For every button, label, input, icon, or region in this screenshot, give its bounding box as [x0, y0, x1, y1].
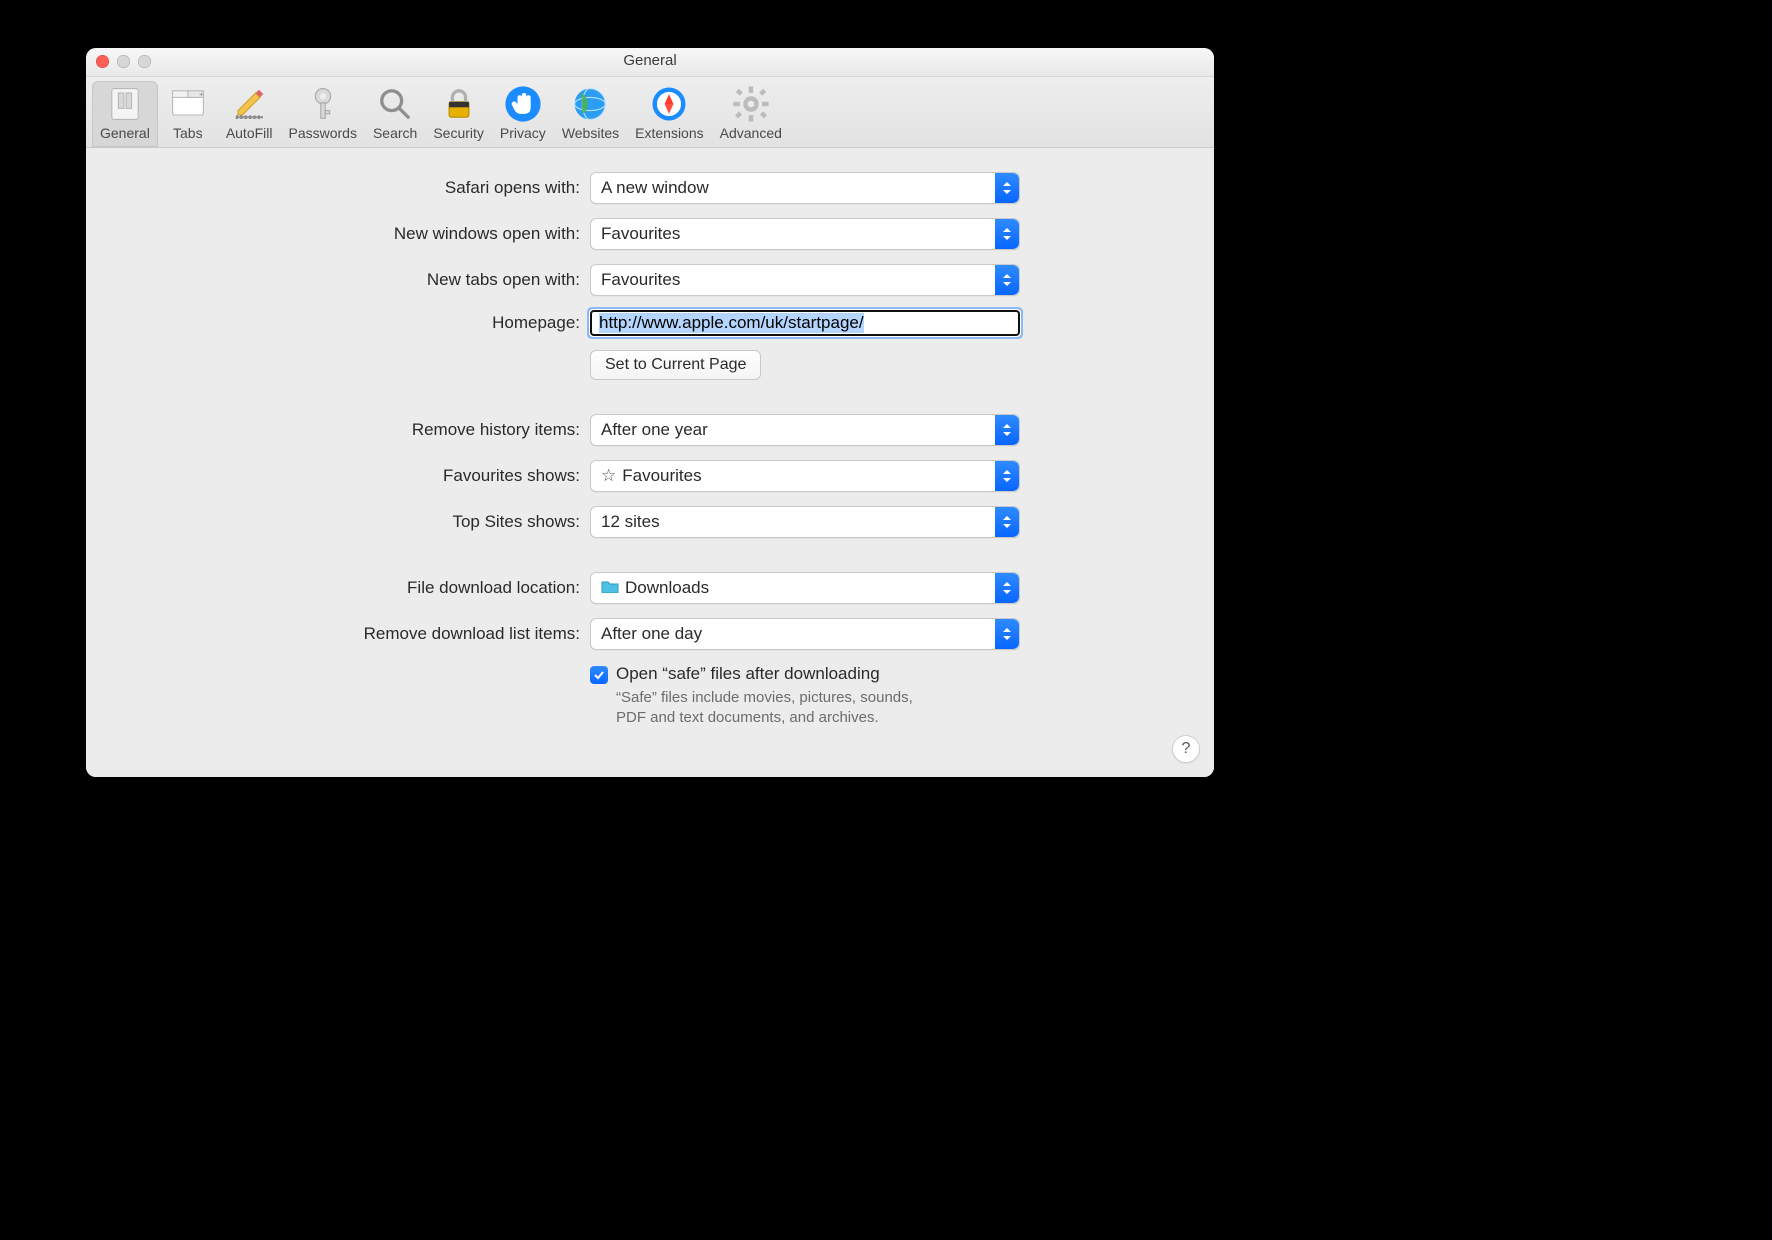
label-top-sites-shows: Top Sites shows:: [110, 512, 590, 532]
input-homepage[interactable]: [590, 310, 1020, 336]
popup-new-windows-open-with[interactable]: Favourites: [590, 218, 1020, 250]
preferences-window: General General + Tabs: [86, 48, 1214, 777]
popup-file-download-location[interactable]: Downloads: [590, 572, 1020, 604]
label-new-tabs-open-with: New tabs open with:: [110, 270, 590, 290]
popup-value: Favourites: [601, 270, 680, 290]
gear-icon: [729, 85, 773, 123]
hand-icon: [501, 85, 545, 123]
chevron-up-down-icon: [995, 219, 1019, 249]
popup-value: After one day: [601, 624, 702, 644]
compass-icon: [647, 85, 691, 123]
preferences-toolbar: General + Tabs AutoFill Pas: [86, 77, 1214, 148]
svg-text:+: +: [199, 89, 204, 98]
label-open-safe-files: Open “safe” files after downloading: [616, 664, 880, 684]
chevron-up-down-icon: [995, 415, 1019, 445]
window-title: General: [86, 52, 1214, 69]
toolbar-label: Websites: [562, 125, 619, 141]
button-set-to-current-page[interactable]: Set to Current Page: [590, 350, 761, 380]
toolbar-tab-websites[interactable]: Websites: [554, 81, 627, 147]
chevron-up-down-icon: [995, 619, 1019, 649]
toolbar-label: Advanced: [720, 125, 782, 141]
toolbar-tab-tabs[interactable]: + Tabs: [158, 81, 218, 147]
chevron-up-down-icon: [995, 573, 1019, 603]
popup-remove-download-list-items[interactable]: After one day: [590, 618, 1020, 650]
folder-icon: [601, 578, 619, 598]
popup-top-sites-shows[interactable]: 12 sites: [590, 506, 1020, 538]
toolbar-tab-advanced[interactable]: Advanced: [712, 81, 790, 147]
key-icon: [301, 85, 345, 123]
popup-value: After one year: [601, 420, 708, 440]
popup-value: Favourites: [622, 466, 701, 486]
popup-safari-opens-with[interactable]: A new window: [590, 172, 1020, 204]
chevron-up-down-icon: [995, 173, 1019, 203]
preferences-body: Safari opens with: A new window New wind…: [86, 148, 1214, 777]
star-icon: ☆: [601, 466, 616, 486]
tabs-icon: +: [166, 85, 210, 123]
toolbar-label: AutoFill: [226, 125, 273, 141]
pencil-icon: [227, 85, 271, 123]
titlebar: General: [86, 48, 1214, 77]
popup-remove-history-items[interactable]: After one year: [590, 414, 1020, 446]
chevron-up-down-icon: [995, 265, 1019, 295]
popup-new-tabs-open-with[interactable]: Favourites: [590, 264, 1020, 296]
checkbox-open-safe-files[interactable]: [590, 666, 608, 684]
label-homepage: Homepage:: [110, 313, 590, 333]
label-file-download-location: File download location:: [110, 578, 590, 598]
label-remove-download-list-items: Remove download list items:: [110, 624, 590, 644]
label-remove-history-items: Remove history items:: [110, 420, 590, 440]
popup-value: Downloads: [625, 578, 709, 598]
toolbar-tab-general[interactable]: General: [92, 81, 158, 147]
popup-value: Favourites: [601, 224, 680, 244]
popup-value: A new window: [601, 178, 709, 198]
lock-icon: [437, 85, 481, 123]
toolbar-tab-extensions[interactable]: Extensions: [627, 81, 711, 147]
chevron-up-down-icon: [995, 507, 1019, 537]
toolbar-label: Privacy: [500, 125, 546, 141]
search-icon: [373, 85, 417, 123]
toolbar-tab-privacy[interactable]: Privacy: [492, 81, 554, 147]
label-favourites-shows: Favourites shows:: [110, 466, 590, 486]
chevron-up-down-icon: [995, 461, 1019, 491]
toolbar-label: Extensions: [635, 125, 703, 141]
label-safari-opens-with: Safari opens with:: [110, 178, 590, 198]
toolbar-label: Passwords: [289, 125, 357, 141]
help-button[interactable]: ?: [1172, 735, 1200, 763]
globe-icon: [568, 85, 612, 123]
popup-favourites-shows[interactable]: ☆ Favourites: [590, 460, 1020, 492]
label-new-windows-open-with: New windows open with:: [110, 224, 590, 244]
toolbar-tab-security[interactable]: Security: [425, 81, 492, 147]
switch-icon: [103, 85, 147, 123]
toolbar-label: Search: [373, 125, 417, 141]
toolbar-tab-autofill[interactable]: AutoFill: [218, 81, 281, 147]
toolbar-label: Tabs: [173, 125, 203, 141]
help-text-safe-files: “Safe” files include movies, pictures, s…: [616, 688, 946, 729]
toolbar-tab-passwords[interactable]: Passwords: [281, 81, 365, 147]
popup-value: 12 sites: [601, 512, 660, 532]
toolbar-label: Security: [433, 125, 484, 141]
toolbar-tab-search[interactable]: Search: [365, 81, 425, 147]
toolbar-label: General: [100, 125, 150, 141]
